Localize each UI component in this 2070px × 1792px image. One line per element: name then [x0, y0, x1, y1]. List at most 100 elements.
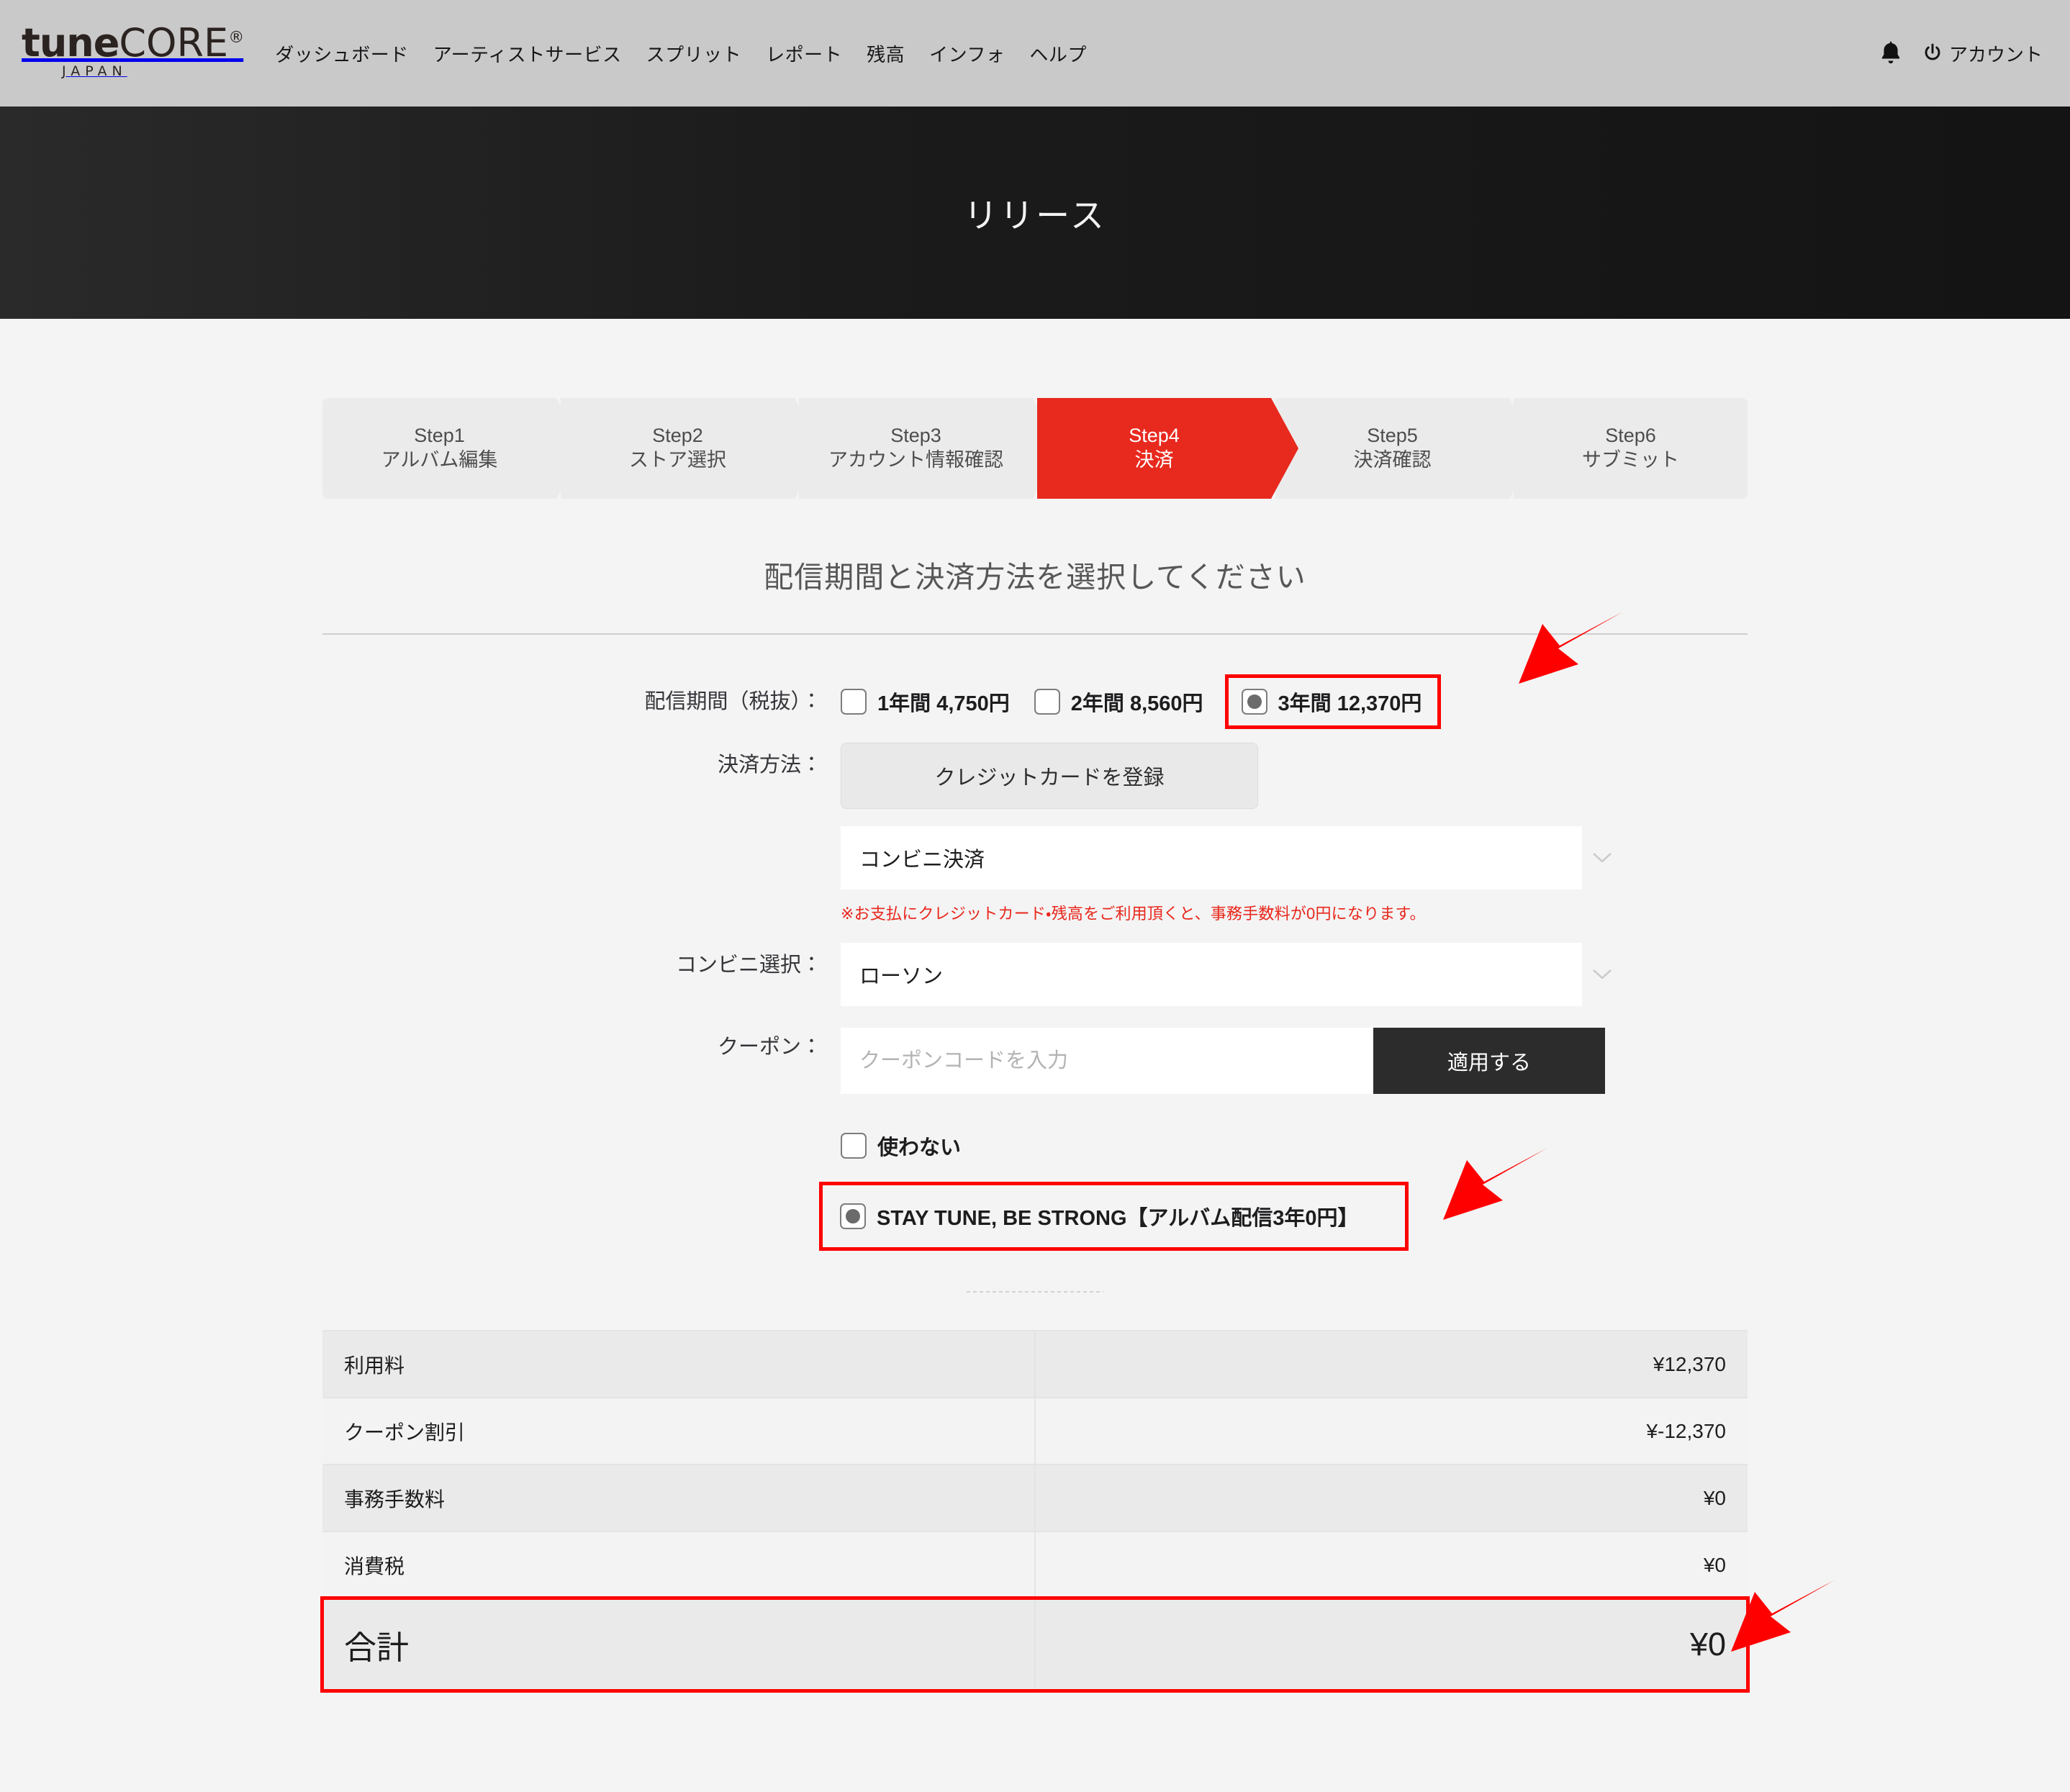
account-label: アカウント [1948, 43, 2043, 65]
nav-item-artist-service[interactable]: アーティストサービス [433, 40, 622, 67]
main-navigation: ダッシュボード アーティストサービス スプリット レポート 残高 インフォ ヘル… [275, 40, 1087, 67]
page-title: リリース [964, 196, 1106, 235]
coupon-label: クーポン： [717, 1036, 822, 1059]
content-container: Step1 アルバム編集 Step2 ストア選択 Step3 アカウント情報確認… [322, 398, 1748, 596]
logo-light-text: CORE [119, 20, 229, 66]
nav-item-dashboard[interactable]: ダッシュボード [275, 40, 409, 67]
period-option-label: 2年間 8,560円 [1070, 692, 1203, 715]
header-right-actions: アカウント [1879, 40, 2043, 67]
step-indicator: Step1 アルバム編集 Step2 ストア選択 Step3 アカウント情報確認… [322, 398, 1748, 499]
chevron-down-icon[interactable] [1592, 852, 1612, 864]
row-value: ¥-12,370 [1035, 1397, 1748, 1465]
row-payment-method: 決済方法： クレジットカードを登録 コンビニ決済 ※お支払にクレジットカード・残… [322, 743, 1748, 924]
logo-trademark: ® [228, 29, 244, 47]
page-hero: リリース [0, 107, 2070, 319]
step-number: Step3 [890, 425, 941, 447]
coupon-options: 使わない STAY TUNE, BE STRONG【アルバム配信3年0円】 [819, 1126, 1748, 1251]
coupon-option-stay-tune-selected[interactable]: STAY TUNE, BE STRONG【アルバム配信3年0円】 [840, 1201, 1359, 1231]
bell-icon[interactable] [1879, 40, 1903, 66]
row-key: 事務手数料 [322, 1464, 1036, 1532]
coupon-input-group: 適用する [841, 1028, 1748, 1094]
conbini-field: ローソン [841, 943, 1748, 1006]
step-label: サブミット [1582, 449, 1679, 471]
row-key: クーポン割引 [322, 1397, 1036, 1465]
global-header: tuneCORE® JAPAN ダッシュボード アーティストサービス スプリット… [0, 0, 2070, 107]
step-item-1[interactable]: Step1 アルバム編集 [322, 398, 584, 499]
period-option-label: 3年間 12,370円 [1278, 692, 1422, 715]
coupon-option-label: 使わない [877, 1136, 962, 1159]
price-summary-wrap: 利用料 ¥12,370 クーポン割引 ¥-12,370 事務手数料 ¥0 消費税… [0, 1330, 2070, 1693]
step-number: Step1 [414, 425, 465, 447]
coupon-code-input[interactable] [841, 1028, 1373, 1094]
chevron-down-icon[interactable] [1592, 969, 1612, 980]
period-option-3year-selected[interactable]: 3年間 12,370円 [1241, 687, 1422, 717]
logo-wordmark: tuneCORE® [22, 24, 244, 63]
step-item-3[interactable]: Step3 アカウント情報確認 [799, 398, 1060, 499]
row-distribution-period: 配信期間（税抜）： 1年間 4,750円 2年間 8,560円 3年間 12,3… [322, 674, 1748, 729]
period-options: 1年間 4,750円 2年間 8,560円 3年間 12,370円 [841, 674, 1748, 729]
total-key: 合計 [322, 1598, 1036, 1691]
step-number: Step2 [652, 425, 703, 447]
nav-item-help[interactable]: ヘルプ [1029, 40, 1087, 67]
nav-item-info[interactable]: インフォ [929, 40, 1005, 67]
coupon-option-none-row: 使わない [841, 1126, 1748, 1166]
page-body: Step1 アルバム編集 Step2 ストア選択 Step3 アカウント情報確認… [0, 398, 2070, 1792]
row-coupon: クーポン： 適用する 使わない [322, 1025, 1748, 1251]
step-item-5[interactable]: Step5 決済確認 [1275, 398, 1537, 499]
step-number: Step6 [1605, 425, 1656, 447]
period-label: 配信期間（税抜）： [644, 690, 822, 713]
conbini-label: コンビニ選択： [675, 954, 822, 977]
highlight-box-period: 3年間 12,370円 [1224, 674, 1442, 729]
table-row-consumption-tax: 消費税 ¥0 [322, 1531, 1748, 1599]
dotted-divider [967, 1291, 1103, 1293]
step-label: 決済 [1134, 449, 1174, 471]
checkbox-icon[interactable] [1034, 689, 1060, 715]
account-link[interactable]: アカウント [1922, 40, 2043, 67]
row-value: ¥0 [1035, 1464, 1748, 1532]
apply-coupon-button[interactable]: 適用する [1373, 1028, 1605, 1094]
checkbox-icon[interactable] [841, 689, 867, 715]
total-value: ¥0 [1035, 1598, 1748, 1691]
conbini-select[interactable]: ローソン [841, 943, 1582, 1006]
logo-bold-text: tune [22, 20, 119, 66]
radio-selected-icon[interactable] [1241, 689, 1267, 715]
coupon-field: 適用する 使わない STAY TUNE, BE STRONG【アルバム配信3年0… [819, 1025, 1748, 1251]
step-label: アルバム編集 [381, 449, 498, 471]
logo-subtext: JAPAN [62, 63, 127, 79]
nav-item-balance[interactable]: 残高 [867, 40, 905, 67]
price-summary-table: 利用料 ¥12,370 クーポン割引 ¥-12,370 事務手数料 ¥0 消費税… [322, 1330, 1748, 1691]
nav-item-report[interactable]: レポート [766, 40, 842, 67]
form-container: 配信期間（税抜）： 1年間 4,750円 2年間 8,560円 3年間 12,3… [322, 674, 1748, 1293]
step-label: 決済確認 [1353, 449, 1432, 471]
payment-method-select-wrap: コンビニ決済 [841, 826, 1612, 890]
table-row-total: 合計 ¥0 [322, 1598, 1748, 1691]
step-number: Step4 [1129, 425, 1180, 447]
payment-method-select[interactable]: コンビニ決済 [841, 826, 1582, 890]
step-label: ストア選択 [629, 449, 726, 471]
table-row-coupon-discount: クーポン割引 ¥-12,370 [322, 1397, 1748, 1465]
payment-method-field: クレジットカードを登録 コンビニ決済 ※お支払にクレジットカード・残高をご利用頂… [841, 743, 1748, 924]
conbini-select-wrap: ローソン [841, 943, 1612, 1006]
step-item-6[interactable]: Step6 サブミット [1514, 398, 1748, 499]
step-item-4-active[interactable]: Step4 決済 [1037, 398, 1298, 499]
payment-method-label: 決済方法： [717, 754, 822, 777]
form-heading: 配信期間と決済方法を選択してください [764, 561, 1306, 594]
row-key: 消費税 [322, 1531, 1036, 1599]
row-value: ¥0 [1035, 1531, 1748, 1599]
register-credit-card-button[interactable]: クレジットカードを登録 [841, 743, 1258, 809]
step-label: アカウント情報確認 [828, 449, 1003, 471]
coupon-option-none[interactable]: 使わない [841, 1131, 961, 1161]
period-option-1year[interactable]: 1年間 4,750円 [841, 687, 1010, 717]
table-row-handling-fee: 事務手数料 ¥0 [322, 1464, 1748, 1532]
coupon-option-label: STAY TUNE, BE STRONG【アルバム配信3年0円】 [877, 1207, 1359, 1230]
step-item-2[interactable]: Step2 ストア選択 [561, 398, 822, 499]
period-option-2year[interactable]: 2年間 8,560円 [1034, 687, 1203, 717]
checkbox-icon[interactable] [841, 1133, 867, 1159]
table-row-usage-fee: 利用料 ¥12,370 [322, 1330, 1748, 1398]
step-number: Step5 [1367, 425, 1418, 447]
nav-item-split[interactable]: スプリット [646, 40, 742, 67]
period-field: 1年間 4,750円 2年間 8,560円 3年間 12,370円 [841, 674, 1748, 729]
tunecore-logo[interactable]: tuneCORE® JAPAN [22, 24, 244, 81]
radio-selected-icon[interactable] [840, 1203, 866, 1229]
period-option-label: 1年間 4,750円 [877, 692, 1010, 715]
